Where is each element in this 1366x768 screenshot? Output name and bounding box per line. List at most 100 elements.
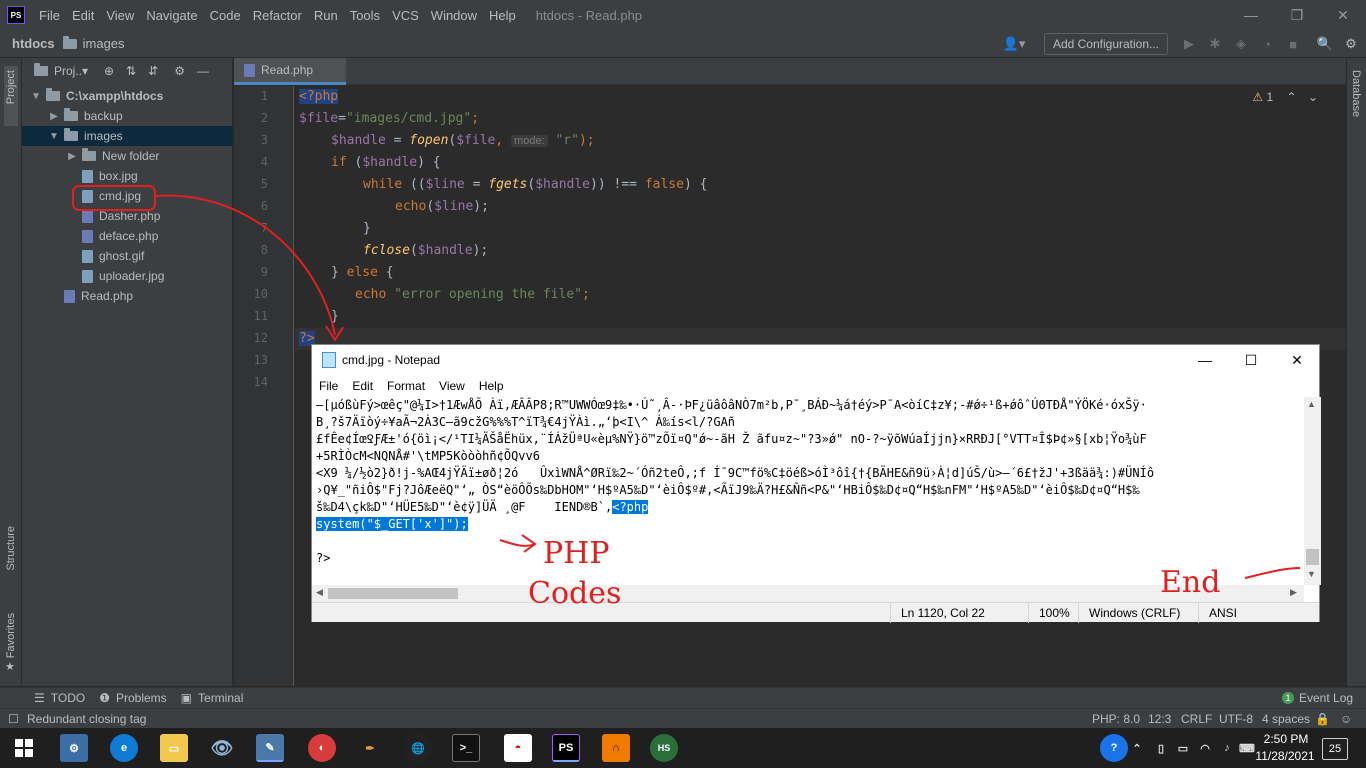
wifi-icon[interactable]: ◠ [1196,734,1214,762]
project-tool-tab[interactable]: Project [5,70,17,104]
maximize-icon[interactable]: ☐ [1228,345,1274,375]
scroll-down-icon[interactable]: ▼ [1307,569,1316,579]
tree-item-read-php[interactable]: Read.php [22,286,233,306]
tree-item-backup[interactable]: ▶ backup [22,106,233,126]
windows-start-icon[interactable] [10,734,38,762]
hs-app-icon[interactable]: HS [650,734,678,762]
close-icon[interactable]: ✕ [1274,345,1320,375]
menu-tools[interactable]: Tools [344,8,386,23]
menu-vcs[interactable]: VCS [386,8,425,23]
tree-item-cmd-jpg[interactable]: cmd.jpg [22,186,233,206]
terminal-tab[interactable]: ▣ Terminal [181,691,244,705]
phpstorm-taskbar-icon[interactable]: PS [552,734,580,762]
database-tool-tab[interactable]: Database [1350,70,1362,117]
clock-time[interactable]: 2:50 PM [1256,732,1316,746]
tree-item-new-folder[interactable]: ▶ New folder [22,146,233,166]
menu-file[interactable]: File [33,8,66,23]
settings-icon[interactable]: ⚙ [1342,35,1360,53]
tree-item-deface-php[interactable]: deface.php [22,226,233,246]
breadcrumb-project[interactable]: htdocs [12,36,55,51]
scroll-thumb[interactable] [328,588,458,599]
menu-window[interactable]: Window [425,8,483,23]
breadcrumb-folder[interactable]: images [62,35,125,51]
tab-read-php[interactable]: Read.php [234,58,346,85]
php-version[interactable]: PHP: 8.0 [1092,712,1140,726]
coverage-icon[interactable]: ◈ [1232,35,1250,53]
notepad-menu-format[interactable]: Format [380,379,432,393]
orange-app-icon[interactable]: ∩ [602,734,630,762]
run-icon[interactable]: ▶ [1180,35,1198,53]
project-view-selector[interactable]: Proj..▾ [54,64,88,78]
caret-position[interactable]: 12:3 [1148,712,1171,726]
event-log-tab[interactable]: 1 Event Log [1282,691,1353,705]
globe-app-icon[interactable]: 🌐 [404,734,432,762]
volume-icon[interactable]: ♪ [1218,734,1236,762]
menu-code[interactable]: Code [204,8,247,23]
line-separator[interactable]: CRLF [1181,712,1212,726]
gear-icon[interactable]: ⚙ [174,64,185,78]
menu-help[interactable]: Help [483,8,522,23]
debug-icon[interactable]: ✱ [1206,35,1224,53]
notification-center-badge[interactable]: 25 [1322,738,1348,760]
file-explorer-icon[interactable]: ▭ [160,734,188,762]
tree-item-dasher-php[interactable]: Dasher.php [22,206,233,226]
problems-tab[interactable]: ❶ Problems [99,691,166,705]
terminal-app-icon[interactable]: >_ [452,734,480,762]
notepad-menu-edit[interactable]: Edit [345,379,380,393]
eye-app-icon[interactable]: 👁 [208,734,236,762]
scroll-thumb[interactable] [1306,549,1319,565]
minimize-icon[interactable]: — [1228,0,1274,30]
notepad-menu-view[interactable]: View [432,379,472,393]
expand-all-icon[interactable]: ⇅ [126,64,136,78]
tree-item-box-jpg[interactable]: box.jpg [22,166,233,186]
lock-icon[interactable]: 🔒 [1315,712,1330,726]
todo-tab[interactable]: ☰ TODO [34,691,85,705]
clock-date[interactable]: 11/28/2021 [1250,749,1320,763]
chevron-up-icon[interactable]: ⌃ [1287,90,1297,104]
speed-app-icon[interactable]: ◓ [504,734,532,762]
indent-setting[interactable]: 4 spaces [1262,712,1310,726]
profile-icon[interactable]: ◔ [1258,35,1276,53]
edge-browser-icon[interactable]: e [110,734,138,762]
menu-view[interactable]: View [100,8,140,23]
scroll-left-icon[interactable]: ◀ [316,587,323,598]
tree-item-ghost-gif[interactable]: ghost.gif [22,246,233,266]
notepad-menu-help[interactable]: Help [472,379,511,393]
battery-icon[interactable]: ▭ [1174,734,1192,762]
chevron-down-icon[interactable]: ⌄ [1308,90,1318,104]
collapse-all-icon[interactable]: ⇵ [148,64,158,78]
menu-refactor[interactable]: Refactor [247,8,308,23]
notepad-taskbar-icon[interactable]: ✎ [256,734,284,762]
notepad-menu-file[interactable]: File [312,379,345,393]
network-app-icon[interactable]: ⚙ [60,734,88,762]
close-icon[interactable]: ✕ [1320,0,1366,30]
structure-tool-tab[interactable]: Structure [5,526,17,571]
stop-icon[interactable]: ■ [1284,35,1302,53]
tree-item-images[interactable]: ▼ images [22,126,233,146]
tree-item-htdocs[interactable]: ▼ C:\xampp\htdocs [22,86,233,106]
add-configuration-button[interactable]: Add Configuration... [1044,33,1168,55]
locate-icon[interactable]: ⊕ [104,64,114,78]
help-icon[interactable]: ? [1100,734,1128,762]
tree-item-uploader-jpg[interactable]: uploader.jpg [22,266,233,286]
favorites-tool-tab[interactable]: Favorites [5,613,17,658]
inspector-icon[interactable]: ☺ [1340,712,1352,726]
menu-run[interactable]: Run [308,8,344,23]
notepad-horizontal-scrollbar[interactable]: ◀ ▶ [312,585,1304,602]
notepad-vertical-scrollbar[interactable]: ▲ ▼ [1304,397,1321,585]
minimize-icon[interactable]: — [1182,345,1228,375]
menu-navigate[interactable]: Navigate [140,8,203,23]
pen-tool-icon[interactable]: ✒ [356,734,384,762]
paint-app-icon[interactable]: ◐ [308,734,336,762]
phone-icon[interactable]: ▯ [1152,734,1170,762]
file-encoding[interactable]: UTF-8 [1219,712,1253,726]
notepad-text-area[interactable]: —[µóßùFý>œêç"@¼I>†1ÆwÅÕ Àï,ÆÂÂP8;R™UWWÓœ… [312,397,1304,585]
inspection-widget[interactable]: ⚠ 1 ⌃ ⌄ [1252,90,1318,104]
scroll-up-icon[interactable]: ▲ [1307,399,1316,409]
chevron-up-icon[interactable]: ⌃ [1128,734,1146,762]
restore-icon[interactable]: ❐ [1274,0,1320,30]
scroll-right-icon[interactable]: ▶ [1290,587,1297,598]
menu-edit[interactable]: Edit [66,8,100,23]
hide-icon[interactable]: — [197,64,209,78]
user-icon[interactable]: 👤▾ [1000,35,1028,53]
